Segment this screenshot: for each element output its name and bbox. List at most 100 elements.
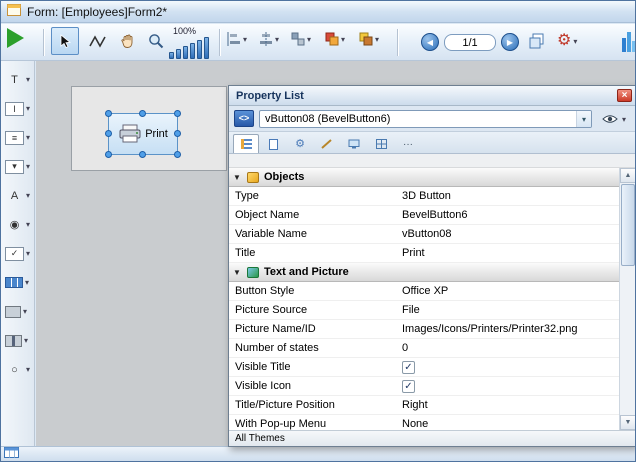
zoom-bar[interactable] xyxy=(204,37,209,59)
preferences-menu-button[interactable]: ⚙ ▾ xyxy=(557,33,577,49)
property-value[interactable]: Office XP xyxy=(399,285,619,297)
status-bar xyxy=(1,446,635,461)
chevron-down-icon[interactable]: ▾ xyxy=(26,249,30,258)
collapse-triangle-icon[interactable]: ▼ xyxy=(233,173,242,182)
next-page-button[interactable]: ▶ xyxy=(501,33,519,51)
tab-grid[interactable] xyxy=(368,134,394,153)
scroll-up-icon[interactable]: ▲ xyxy=(620,168,636,183)
selection-handle[interactable] xyxy=(174,110,181,117)
chevron-down-icon[interactable]: ▾ xyxy=(26,191,30,200)
object-selector-dropdown[interactable]: vButton08 (BevelButton6) ▾ xyxy=(259,110,592,128)
selection-tool-button[interactable] xyxy=(51,27,79,55)
tool-oval[interactable]: ○▾ xyxy=(1,355,34,384)
toolbar-separator xyxy=(219,29,220,56)
selected-bevel-button[interactable]: Print xyxy=(108,113,178,155)
property-value[interactable]: None xyxy=(399,418,619,430)
tool-check-box[interactable]: ✓▾ xyxy=(1,239,34,268)
button-grid-tool-icon xyxy=(5,277,23,288)
previous-page-button[interactable]: ◀ xyxy=(421,33,439,51)
level-menu-button[interactable]: ▾ xyxy=(291,32,311,46)
tool-rectangle[interactable]: ▾ xyxy=(1,297,34,326)
collapse-triangle-icon[interactable]: ▼ xyxy=(233,268,242,277)
tab-display[interactable] xyxy=(341,134,367,153)
scrollbar-thumb[interactable] xyxy=(621,184,635,266)
chevron-down-icon[interactable]: ▾ xyxy=(26,365,30,374)
chevron-down-icon[interactable]: ▾ xyxy=(576,111,591,127)
chevron-down-icon[interactable]: ▾ xyxy=(24,336,28,345)
form-pages-button[interactable] xyxy=(529,33,545,49)
chevron-down-icon: ▾ xyxy=(341,35,345,44)
visible-icon-checkbox[interactable]: ✓ xyxy=(402,380,415,393)
list-view-toggle-icon[interactable] xyxy=(4,445,19,462)
themes-button[interactable] xyxy=(622,30,636,52)
tab-settings[interactable]: ⚙ xyxy=(287,134,313,153)
tool-input[interactable]: I▾ xyxy=(1,94,34,123)
property-value[interactable]: Right xyxy=(399,399,619,411)
section-header-text-and-picture[interactable]: ▼ Text and Picture xyxy=(229,263,619,282)
property-value[interactable]: 3D Button xyxy=(399,190,619,202)
scroll-down-icon[interactable]: ▼ xyxy=(620,415,636,430)
chevron-down-icon[interactable]: ▾ xyxy=(26,133,30,142)
zoom-bars-control[interactable] xyxy=(169,36,209,59)
distribute-menu-button[interactable]: ▾ xyxy=(259,32,279,46)
property-value[interactable]: Print xyxy=(399,247,619,259)
fill-color-menu-button[interactable]: ▾ xyxy=(325,32,345,46)
tab-more[interactable]: ··· xyxy=(395,134,421,153)
chevron-down-icon[interactable]: ▾ xyxy=(26,75,30,84)
form-page-area[interactable]: Print xyxy=(71,86,227,171)
property-value[interactable]: vButton08 xyxy=(399,228,619,240)
property-name: Visible Icon xyxy=(229,380,399,392)
chevron-down-icon[interactable]: ▾ xyxy=(23,307,27,316)
tab-object[interactable] xyxy=(260,134,286,153)
tool-splitter[interactable]: ▾ xyxy=(1,326,34,355)
tool-text[interactable]: T▾ xyxy=(1,65,34,94)
selection-handle[interactable] xyxy=(105,130,112,137)
property-value[interactable]: BevelButton6 xyxy=(399,209,619,221)
tool-button-grid[interactable]: ▾ xyxy=(1,268,34,297)
zoom-bar[interactable] xyxy=(176,49,181,59)
close-icon[interactable]: × xyxy=(617,89,632,102)
tool-combo-box[interactable]: ▾▾ xyxy=(1,152,34,181)
zoom-bar[interactable] xyxy=(183,46,188,59)
themes-footer[interactable]: All Themes xyxy=(229,430,636,446)
ruler-icon xyxy=(321,139,333,149)
property-value[interactable]: Images/Icons/Printers/Printer32.png xyxy=(399,323,619,335)
selection-handle[interactable] xyxy=(174,130,181,137)
border-color-menu-button[interactable]: ▾ xyxy=(359,32,379,46)
property-grid: ▼ Objects Type3D Button Object NameBevel… xyxy=(229,168,619,430)
property-scrollbar[interactable]: ▲ ▼ xyxy=(619,168,636,430)
preview-eye-button[interactable]: ▾ xyxy=(596,110,632,128)
move-tool-button[interactable] xyxy=(114,27,142,55)
property-name: Object Name xyxy=(229,209,399,221)
tab-coordinates[interactable] xyxy=(314,134,340,153)
selection-handle[interactable] xyxy=(139,151,146,158)
tool-label[interactable]: A▾ xyxy=(1,181,34,210)
section-header-objects[interactable]: ▼ Objects xyxy=(229,168,619,187)
next-arrow-icon: ▶ xyxy=(507,38,513,47)
chevron-down-icon[interactable]: ▾ xyxy=(26,104,30,113)
zoom-tool-button[interactable] xyxy=(142,27,170,55)
chevron-down-icon[interactable]: ▾ xyxy=(26,220,30,229)
palette-title-bar[interactable]: Property List × xyxy=(229,86,636,106)
zoom-bar[interactable] xyxy=(197,40,202,59)
chevron-down-icon[interactable]: ▾ xyxy=(25,278,29,287)
entry-order-tool-button[interactable] xyxy=(85,27,113,55)
selection-handle[interactable] xyxy=(105,151,112,158)
object-selector-icon[interactable]: <> xyxy=(234,110,254,127)
tool-list-box[interactable]: ≡▾ xyxy=(1,123,34,152)
selection-handle[interactable] xyxy=(174,151,181,158)
property-value[interactable]: File xyxy=(399,304,619,316)
page-indicator-field[interactable]: 1/1 xyxy=(444,34,496,51)
zoom-bar[interactable] xyxy=(190,43,195,59)
selection-handle[interactable] xyxy=(139,110,146,117)
chevron-down-icon[interactable]: ▾ xyxy=(26,162,30,171)
tab-all-properties[interactable] xyxy=(233,134,259,153)
title-bar[interactable]: Form: [Employees]Form2* xyxy=(1,1,635,23)
align-menu-button[interactable]: ▾ xyxy=(227,32,247,46)
property-value[interactable]: 0 xyxy=(399,342,619,354)
selection-handle[interactable] xyxy=(105,110,112,117)
zoom-bar[interactable] xyxy=(169,52,174,59)
tool-radio-button[interactable]: ◉▾ xyxy=(1,210,34,239)
visible-title-checkbox[interactable]: ✓ xyxy=(402,361,415,374)
execute-form-button[interactable] xyxy=(7,28,24,48)
